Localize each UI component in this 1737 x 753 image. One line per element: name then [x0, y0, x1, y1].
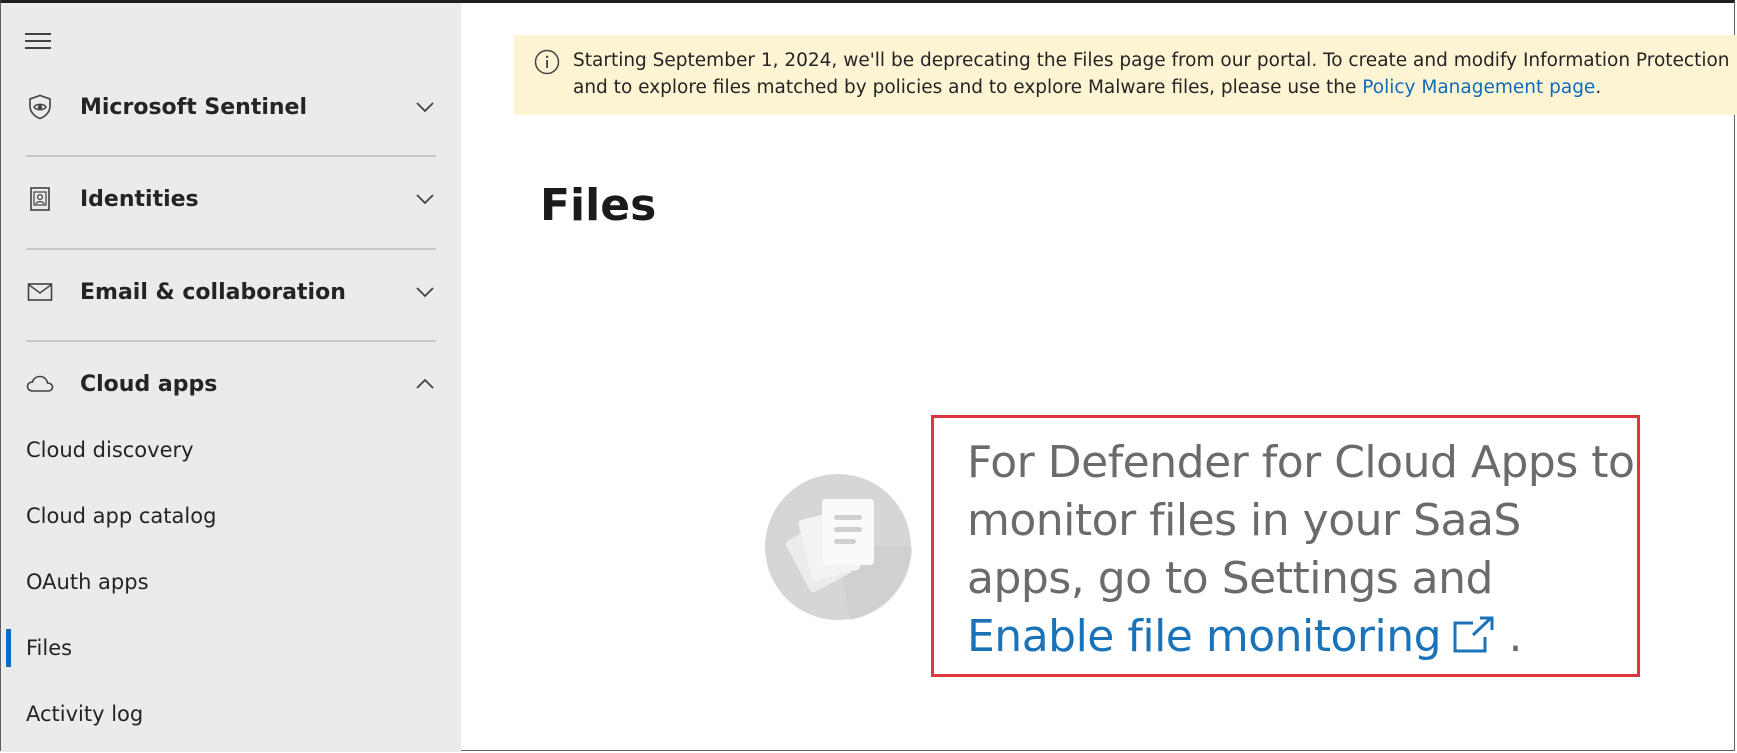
sidebar-nav: Microsoft Sentinel Identities Email & co… [1, 3, 461, 752]
divider [26, 340, 436, 342]
divider [26, 248, 436, 250]
nav-group-label: Cloud apps [80, 371, 218, 397]
nav-item-cloud-discovery[interactable]: Cloud discovery [26, 430, 436, 470]
info-icon [534, 49, 560, 75]
empty-state-message: For Defender for Cloud Apps to monitor f… [967, 434, 1637, 666]
nav-item-label: Activity log [26, 702, 144, 726]
policy-management-link[interactable]: Policy Management page [1362, 77, 1595, 98]
nav-group-label: Identities [80, 186, 199, 212]
chevron-down-icon [414, 188, 436, 210]
shield-eye-icon [26, 93, 54, 121]
nav-group-identities[interactable]: Identities [26, 175, 436, 223]
banner-line-2-prefix: and to explore files matched by policies… [573, 77, 1363, 98]
chevron-down-icon [414, 96, 436, 118]
nav-item-files[interactable]: Files [26, 628, 436, 668]
nav-item-label: Files [26, 636, 73, 660]
files-stack-icon [764, 473, 912, 621]
nav-item-label: OAuth apps [26, 570, 149, 594]
empty-state-suffix: . [1495, 611, 1523, 662]
chevron-down-icon [414, 281, 436, 303]
hamburger-icon[interactable] [25, 31, 53, 51]
deprecation-banner: Starting September 1, 2024, we'll be dep… [514, 35, 1737, 115]
enable-file-monitoring-label: Enable file monitoring [967, 611, 1442, 662]
empty-state-text: For Defender for Cloud Apps to monitor f… [967, 437, 1635, 604]
banner-line-1: Starting September 1, 2024, we'll be dep… [573, 50, 1737, 71]
nav-group-label: Email & collaboration [80, 279, 346, 305]
identity-card-icon [26, 185, 54, 213]
mail-icon [26, 278, 54, 306]
active-indicator [6, 629, 11, 667]
nav-item-oauth-apps[interactable]: OAuth apps [26, 562, 436, 602]
nav-group-cloud-apps[interactable]: Cloud apps [26, 360, 436, 408]
nav-item-label: Cloud app catalog [26, 504, 217, 528]
external-link-icon [1451, 612, 1495, 653]
nav-item-cloud-app-catalog[interactable]: Cloud app catalog [26, 496, 436, 536]
banner-line-2-suffix: . [1595, 77, 1602, 98]
divider [26, 155, 436, 157]
banner-line-2: and to explore files matched by policies… [573, 74, 1737, 101]
nav-item-label: Cloud discovery [26, 438, 194, 462]
banner-message: Starting September 1, 2024, we'll be dep… [573, 47, 1737, 101]
nav-group-microsoft-sentinel[interactable]: Microsoft Sentinel [26, 83, 436, 131]
enable-file-monitoring-link[interactable]: Enable file monitoring [967, 611, 1495, 662]
cloud-icon [26, 370, 54, 398]
nav-item-activity-log[interactable]: Activity log [26, 694, 436, 734]
page-title: Files [540, 180, 657, 231]
nav-group-email-collaboration[interactable]: Email & collaboration [26, 268, 436, 316]
nav-group-label: Microsoft Sentinel [80, 94, 308, 120]
chevron-up-icon [414, 373, 436, 395]
